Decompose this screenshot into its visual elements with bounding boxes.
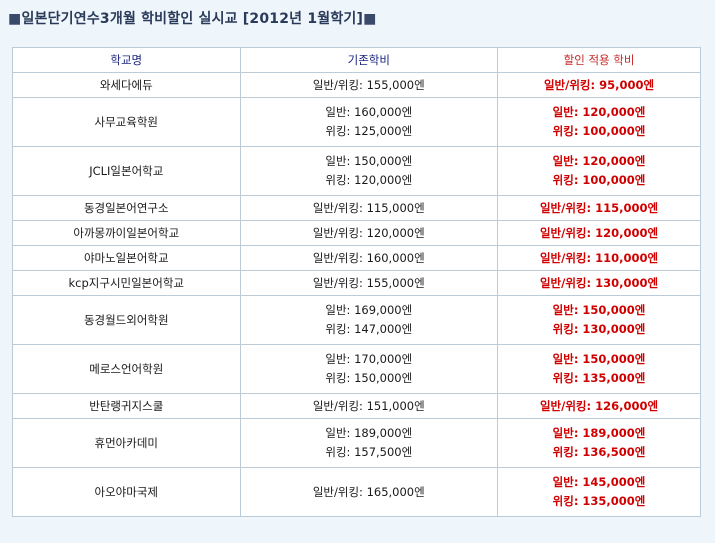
discount-tuition-cell: 일반/위킹: 130,000엔: [497, 270, 701, 296]
price-line: 위킹: 135,000엔: [552, 494, 646, 508]
price-line: 일반/위킹: 126,000엔: [539, 398, 659, 413]
discount-tuition-cell: 일반/위킹: 115,000엔: [497, 195, 701, 221]
price-line: 일반: 189,000엔: [325, 426, 413, 440]
price-line: 일반: 160,000엔: [325, 105, 413, 119]
school-name-cell: kcp지구시민일본어학교: [12, 270, 241, 296]
discount-tuition-cell: 일반: 120,000엔위킹: 100,000엔: [497, 146, 701, 196]
base-tuition-cell: 일반/위킹: 120,000엔: [239, 220, 499, 246]
school-name-cell: 아까몽까이일본어학교: [12, 220, 241, 246]
price-line: 일반: 120,000엔: [552, 105, 646, 119]
price-line: 위킹: 150,000엔: [325, 371, 413, 385]
price-line: 일반/위킹: 115,000엔: [312, 200, 425, 215]
price-line: 일반/위킹: 120,000엔: [312, 225, 425, 240]
school-name-cell: 야마노일본어학교: [12, 245, 241, 271]
base-tuition-cell: 일반: 150,000엔위킹: 120,000엔: [239, 146, 499, 196]
price-line: 위킹: 136,500엔: [552, 445, 646, 459]
price-line: 일반/위킹: 155,000엔: [312, 77, 425, 92]
price-line: 일반: 145,000엔: [552, 475, 646, 489]
discount-tuition-cell: 일반: 150,000엔위킹: 130,000엔: [497, 295, 701, 345]
table-row: 아오야마국제 일반/위킹: 165,000엔 일반: 145,000엔위킹: 135…: [12, 467, 701, 517]
header-school: 학교명: [12, 47, 241, 73]
table-row: 와세다에듀 일반/위킹: 155,000엔 일반/위킹: 95,000엔: [12, 72, 701, 98]
price-line: 일반/위킹: 120,000엔: [539, 225, 659, 240]
base-tuition-cell: 일반: 169,000엔위킹: 147,000엔: [239, 295, 499, 345]
school-name-cell: 휴먼아카데미: [12, 418, 241, 468]
price-line: 위킹: 147,000엔: [325, 322, 413, 336]
price-line: 일반/위킹: 95,000엔: [543, 77, 655, 92]
price-line: 일반/위킹: 130,000엔: [539, 275, 659, 290]
discount-tuition-cell: 일반: 145,000엔위킹: 135,000엔: [497, 467, 701, 517]
price-line: 위킹: 100,000엔: [552, 173, 646, 187]
price-line: 일반: 150,000엔: [325, 154, 413, 168]
base-tuition-cell: 일반/위킹: 115,000엔: [239, 195, 499, 221]
table-body: 와세다에듀 일반/위킹: 155,000엔 일반/위킹: 95,000엔 사무교육학원…: [12, 72, 701, 517]
school-name-cell: 사무교육학원: [12, 97, 241, 147]
table-row: 동경일본어연구소 일반/위킹: 115,000엔 일반/위킹: 115,000엔: [12, 195, 701, 221]
school-name-cell: JCLI일본어학교: [12, 146, 241, 196]
price-line: 일반/위킹: 110,000엔: [539, 250, 659, 265]
discount-tuition-cell: 일반: 150,000엔위킹: 135,000엔: [497, 344, 701, 394]
price-line: 일반/위킹: 151,000엔: [312, 398, 425, 413]
discount-tuition-cell: 일반: 120,000엔위킹: 100,000엔: [497, 97, 701, 147]
price-line: 위킹: 135,000엔: [552, 371, 646, 385]
table-header-row: 학교명 기존학비 할인 적용 학비: [12, 47, 701, 73]
price-line: 일반/위킹: 160,000엔: [312, 250, 425, 265]
discount-tuition-cell: 일반/위킹: 120,000엔: [497, 220, 701, 246]
base-tuition-cell: 일반/위킹: 155,000엔: [239, 270, 499, 296]
base-tuition-cell: 일반: 160,000엔위킹: 125,000엔: [239, 97, 499, 147]
price-line: 일반: 150,000엔: [552, 352, 646, 366]
title-text: 일본단기연수3개월 학비할인 실시교 [2012년 1월학기]: [21, 11, 364, 27]
table-row: 야마노일본어학교 일반/위킹: 160,000엔 일반/위킹: 110,000엔: [12, 245, 701, 271]
table-row: 메로스언어학원 일반: 170,000엔 위킹: 150,000엔 일반: 150,0…: [12, 344, 701, 394]
header-discount-tuition: 할인 적용 학비: [497, 47, 701, 73]
price-line: 위킹: 157,500엔: [325, 445, 413, 459]
table-row: 아까몽까이일본어학교 일반/위킹: 120,000엔 일반/위킹: 120,000엔: [12, 220, 701, 246]
price-line: 위킹: 125,000엔: [325, 124, 413, 138]
title-square-left: ■: [8, 11, 22, 27]
base-tuition-cell: 일반/위킹: 165,000엔: [239, 467, 499, 517]
price-line: 일반: 120,000엔: [552, 154, 646, 168]
base-tuition-cell: 일반: 189,000엔위킹: 157,500엔: [239, 418, 499, 468]
table-row: 반탄랭귀지스쿨 일반/위킹: 151,000엔 일반/위킹: 126,000엔: [12, 393, 701, 419]
school-name-cell: 반탄랭귀지스쿨: [12, 393, 241, 419]
price-line: 위킹: 130,000엔: [552, 322, 646, 336]
school-name-cell: 동경월드외어학원: [12, 295, 241, 345]
school-name-cell: 동경일본어연구소: [12, 195, 241, 221]
price-line: 일반: 150,000엔: [552, 303, 646, 317]
table-row: 사무교육학원 일반: 160,000엔 위킹: 125,000엔 일반: 120,00…: [12, 97, 701, 147]
school-name-cell: 메로스언어학원: [12, 344, 241, 394]
base-tuition-cell: 일반: 170,000엔위킹: 150,000엔: [239, 344, 499, 394]
discount-tuition-cell: 일반: 189,000엔위킹: 136,500엔: [497, 418, 701, 468]
header-base-tuition: 기존학비: [239, 47, 499, 73]
price-line: 일반/위킹: 165,000엔: [312, 484, 425, 499]
discount-tuition-cell: 일반/위킹: 126,000엔: [497, 393, 701, 419]
table-row: 휴먼아카데미 일반: 189,000엔 위킹: 157,500엔 일반: 189,00…: [12, 418, 701, 468]
title-square-right: ■: [363, 11, 377, 27]
price-line: 일반: 170,000엔: [325, 352, 413, 366]
school-name-cell: 와세다에듀: [12, 72, 241, 98]
price-line: 일반: 169,000엔: [325, 303, 413, 317]
price-line: 일반/위킹: 115,000엔: [539, 200, 659, 215]
school-name-cell: 아오야마국제: [12, 467, 241, 517]
table-row: kcp지구시민일본어학교 일반/위킹: 155,000엔 일반/위킹: 130,00…: [12, 270, 701, 296]
page-title: ■일본단기연수3개월 학비할인 실시교 [2012년 1월학기]■: [8, 8, 377, 28]
tuition-table: 학교명 기존학비 할인 적용 학비 와세다에듀 일반/위킹: 155,000엔 일반…: [12, 47, 701, 517]
base-tuition-cell: 일반/위킹: 151,000엔: [239, 393, 499, 419]
price-line: 일반/위킹: 155,000엔: [312, 275, 425, 290]
price-line: 위킹: 120,000엔: [325, 173, 413, 187]
discount-tuition-cell: 일반/위킹: 110,000엔: [497, 245, 701, 271]
table-row: JCLI일본어학교 일반: 150,000엔 위킹: 120,000엔 일반: 120…: [12, 146, 701, 196]
price-line: 위킹: 100,000엔: [552, 124, 646, 138]
table-row: 동경월드외어학원 일반: 169,000엔 위킹: 147,000엔 일반: 150,…: [12, 295, 701, 345]
base-tuition-cell: 일반/위킹: 155,000엔: [239, 72, 499, 98]
price-line: 일반: 189,000엔: [552, 426, 646, 440]
discount-tuition-cell: 일반/위킹: 95,000엔: [497, 72, 701, 98]
base-tuition-cell: 일반/위킹: 160,000엔: [239, 245, 499, 271]
